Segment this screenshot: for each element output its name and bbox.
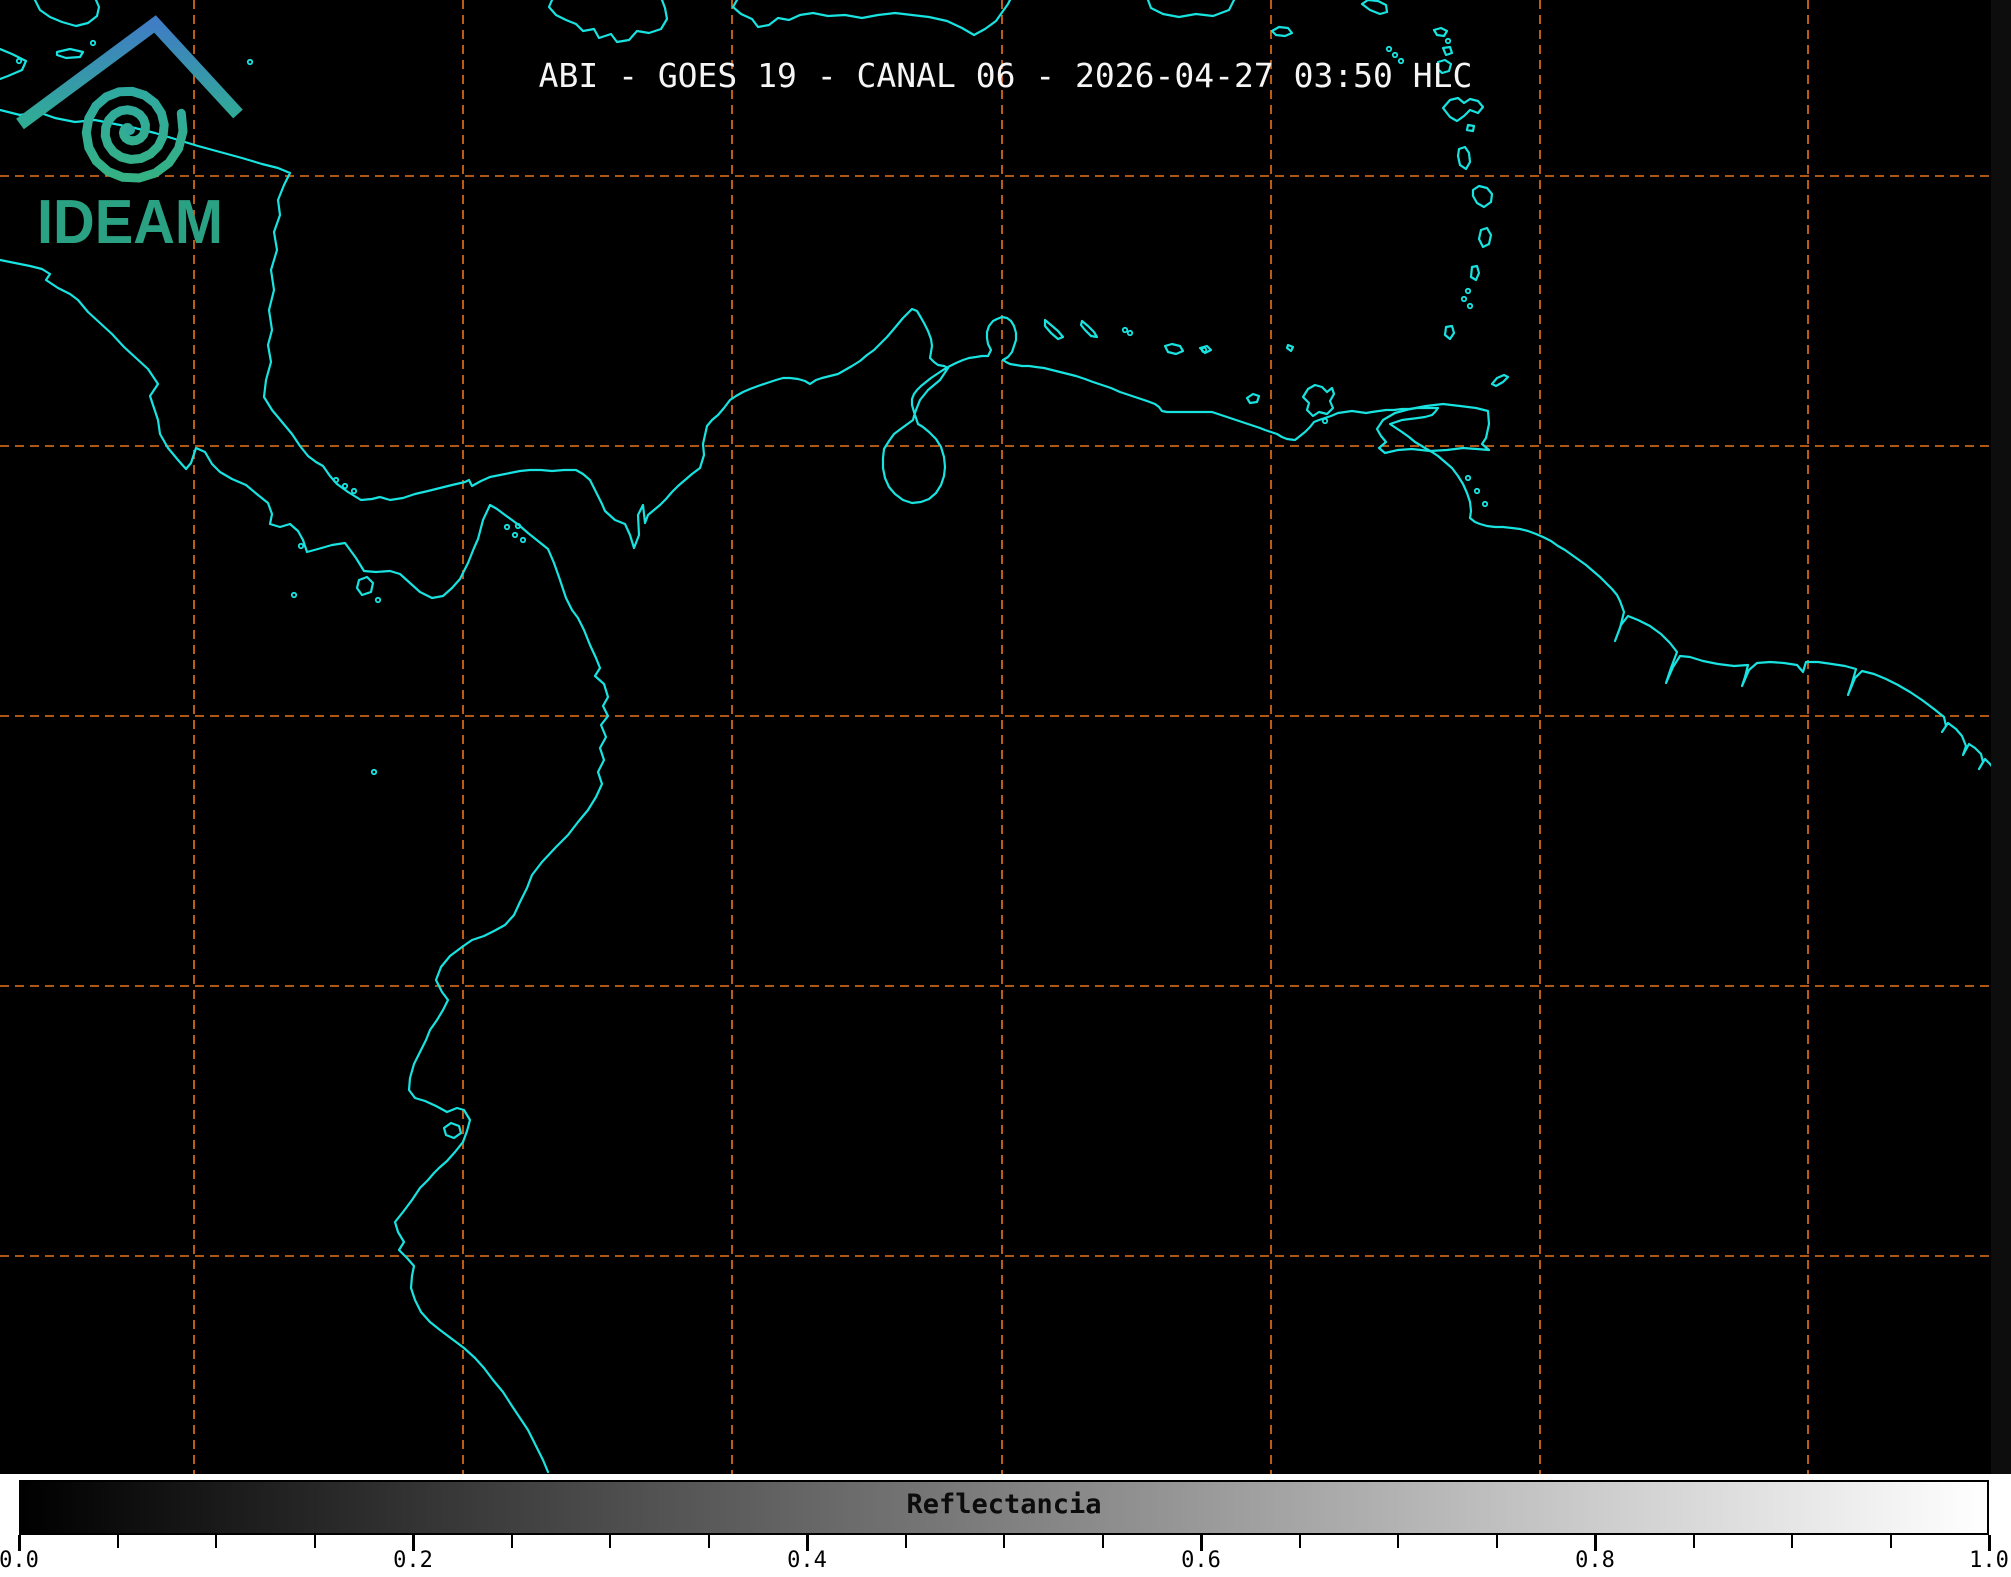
colorbar-minor-tick bbox=[313, 1535, 316, 1548]
island-dot bbox=[1121, 326, 1129, 334]
coastline-path bbox=[1490, 373, 1510, 388]
coastline-path bbox=[1465, 123, 1476, 133]
island-dot bbox=[332, 476, 340, 484]
coastline-path bbox=[355, 575, 375, 597]
island-dot bbox=[1473, 487, 1481, 495]
ideam-wordmark: IDEAM bbox=[37, 188, 223, 252]
coastline-path bbox=[1301, 383, 1336, 418]
satellite-map-canvas: ABI - GOES 19 - CANAL 06 - 2026-04-27 03… bbox=[0, 0, 2011, 1474]
coastline-path bbox=[0, 258, 610, 1474]
island-dot bbox=[297, 542, 305, 550]
map-graphics bbox=[0, 0, 1995, 1474]
colorbar-tick-label: 0.0 bbox=[0, 1548, 39, 1573]
colorbar-minor-tick bbox=[116, 1535, 119, 1548]
coastline-path bbox=[547, 0, 669, 44]
coastline-path bbox=[1245, 392, 1261, 405]
hurricane-swirl-icon bbox=[81, 86, 188, 183]
colorbar-minor-tick bbox=[215, 1535, 217, 1548]
island-dot bbox=[1464, 474, 1472, 482]
colorbar-minor-tick bbox=[1791, 1535, 1793, 1548]
island-dot bbox=[1385, 45, 1393, 53]
colorbar-tick-label: 0.4 bbox=[787, 1548, 827, 1573]
coastline-path bbox=[1471, 184, 1494, 209]
colorbar-minor-tick bbox=[707, 1535, 710, 1548]
coastline-path bbox=[1441, 45, 1454, 57]
coastline-path bbox=[1270, 25, 1294, 38]
coastline-path bbox=[1163, 342, 1185, 356]
island-dot bbox=[374, 596, 382, 604]
colorbar-minor-tick bbox=[1692, 1535, 1695, 1548]
island-dot bbox=[1481, 500, 1489, 508]
coastline-path bbox=[1432, 26, 1449, 38]
island-dot bbox=[1464, 287, 1472, 295]
colorbar-minor-tick bbox=[904, 1535, 907, 1548]
island-dot bbox=[1200, 346, 1208, 354]
colorbar-tick-label: 0.2 bbox=[393, 1548, 433, 1573]
island-dot bbox=[341, 482, 349, 490]
coastlines bbox=[0, 0, 1995, 1474]
colorbar-minor-tick bbox=[609, 1535, 611, 1548]
colorbar-minor-tick bbox=[1003, 1535, 1005, 1548]
island-dot bbox=[519, 536, 527, 544]
colorbar-minor-tick bbox=[1298, 1535, 1301, 1548]
colorbar-minor-tick bbox=[1397, 1535, 1399, 1548]
disk-edge-strip bbox=[1991, 0, 2011, 1474]
coastline-path bbox=[1043, 318, 1065, 341]
coastline-path bbox=[1477, 226, 1493, 249]
colorbar-tick-label: 0.6 bbox=[1181, 1548, 1221, 1573]
swirl-center-dot bbox=[125, 125, 135, 135]
coastline-path bbox=[1441, 96, 1485, 123]
island-dot bbox=[1126, 329, 1134, 337]
image-title: ABI - GOES 19 - CANAL 06 - 2026-04-27 03… bbox=[538, 56, 1473, 95]
coastline-path bbox=[1146, 0, 1236, 19]
island-dot bbox=[503, 523, 511, 531]
island-dot bbox=[1466, 302, 1474, 310]
goes-satellite-image-viewer: { "header": { "title": "ABI - GOES 19 - … bbox=[0, 0, 2011, 1577]
island-dot bbox=[290, 591, 298, 599]
coastline-path bbox=[0, 108, 1995, 771]
coastline-path bbox=[1360, 0, 1389, 16]
coastline-path bbox=[1285, 343, 1295, 353]
island-dot bbox=[350, 487, 358, 495]
coastline-path bbox=[1443, 324, 1456, 341]
colorbar-tick-label: 0.8 bbox=[1575, 1548, 1615, 1573]
island-dot bbox=[514, 522, 522, 530]
colorbar-minor-tick bbox=[510, 1535, 513, 1548]
island-dot bbox=[370, 768, 378, 776]
island-dot bbox=[1460, 295, 1468, 303]
island-dot bbox=[1444, 37, 1452, 45]
coastline-path bbox=[1469, 264, 1481, 282]
colorbar-title: Reflectancia bbox=[906, 1489, 1102, 1520]
colorbar-minor-tick bbox=[1101, 1535, 1104, 1548]
island-dot bbox=[1321, 417, 1329, 425]
coastline-path bbox=[1079, 319, 1099, 339]
colorbar-minor-tick bbox=[1889, 1535, 1892, 1548]
coastline-path bbox=[1456, 145, 1472, 171]
colorbar-tick-label: 1.0 bbox=[1969, 1548, 2009, 1573]
island-dot bbox=[511, 531, 519, 539]
coastline-path bbox=[442, 1121, 463, 1140]
ideam-logo: IDEAM bbox=[16, 15, 243, 252]
graticule-grid bbox=[0, 0, 1991, 1474]
coastline-path bbox=[731, 0, 1012, 37]
colorbar-minor-tick bbox=[1495, 1535, 1498, 1548]
